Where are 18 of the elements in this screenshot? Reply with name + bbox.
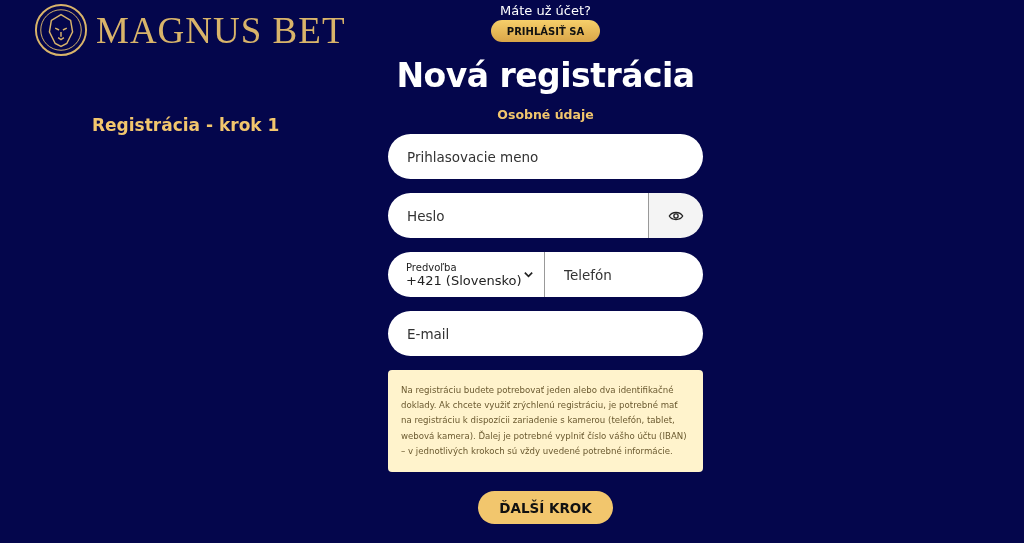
page-title: Nová registrácia	[396, 56, 695, 95]
dropdown-label: Predvoľba	[406, 261, 458, 273]
chevron-down-icon	[523, 269, 534, 280]
section-heading: Osobné údaje	[497, 107, 594, 122]
step-heading: Registrácia - krok 1	[92, 115, 281, 135]
show-password-button[interactable]	[648, 193, 703, 238]
next-step-button[interactable]: ĎALŠÍ KROK	[478, 491, 613, 524]
login-button[interactable]: PRIHLÁSIŤ SA	[491, 20, 600, 42]
info-notice: Na registráciu budete potrebovať jeden alebo dva identifikačné doklady. Ak chcete využiť zrýchlenú registráciu, je potrebné mať na registráciu k dispozícii zariadenie s kamerou (telefón, tablet, webová kamera). Ďalej je potrebné vyplniť číslo vášho účtu (IBAN) – v jednotlivých krokoch sú vždy uvedené potrebné informácie.	[388, 370, 703, 472]
phone-field[interactable]: Telefón	[545, 252, 703, 297]
lion-logo-icon	[34, 3, 88, 57]
login-prompt: Máte už účet?	[500, 3, 591, 18]
dropdown-value: +421 (Slovensko)	[406, 272, 523, 288]
text-field[interactable]: E-mail	[388, 311, 703, 356]
text-field[interactable]: Prihlasovacie meno	[388, 134, 703, 179]
brand-logo-text: MAGNUS BET	[96, 8, 346, 52]
country-code-dropdown[interactable]: Predvoľba +421 (Slovensko)	[388, 252, 545, 297]
password-field[interactable]: Heslo	[388, 193, 648, 238]
